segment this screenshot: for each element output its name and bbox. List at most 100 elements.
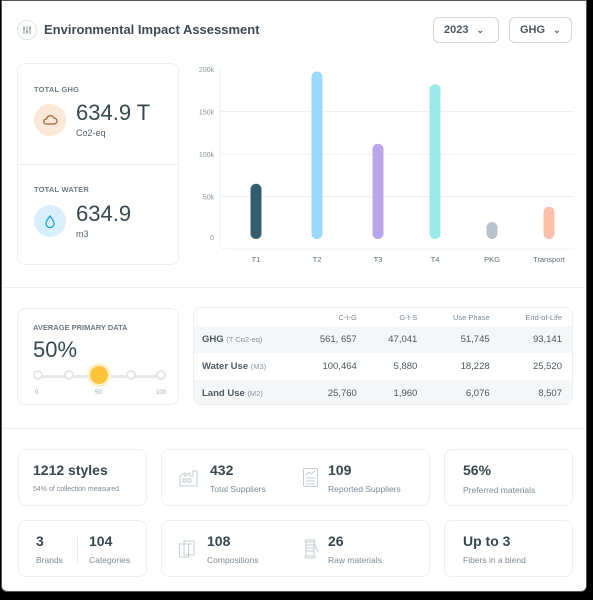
compositions-value: 108	[207, 533, 231, 549]
total-water-label: TOTAL WATER	[34, 185, 89, 194]
categories-value: 104	[89, 533, 113, 549]
styles-sub: 54% of collection measured	[33, 486, 119, 493]
total-water-unit: m3	[76, 229, 89, 239]
thread-spool-icon	[302, 538, 322, 560]
table-cell: 6,076	[427, 380, 500, 404]
column-header: Use Phase	[452, 312, 490, 322]
table-cell: 25,520	[532, 361, 562, 372]
header: Environmental Impact Assessment 2023 ⌄ G…	[17, 17, 572, 45]
total-ghg-label: TOTAL GHG	[34, 85, 80, 94]
section-divider	[3, 428, 585, 429]
y-tick-label: 100k	[199, 152, 215, 159]
app-window: Environmental Impact Assessment 2023 ⌄ G…	[1, 0, 587, 592]
avg-primary-value: 50%	[33, 337, 78, 362]
metric-dropdown-value: GHG	[520, 24, 546, 36]
column-header: G-t-S	[399, 312, 418, 322]
row-unit: (M3)	[250, 362, 267, 371]
total-water-value: 634.9	[76, 201, 132, 226]
water-drop-icon	[34, 205, 66, 237]
categories-label: Categories	[89, 555, 131, 565]
table-cell: 8,507	[499, 380, 572, 404]
total-ghg-unit: Co2-eq	[76, 128, 106, 138]
slider-step[interactable]	[126, 370, 136, 380]
bar-transport	[543, 206, 555, 239]
total-suppliers-label: Total Suppliers	[210, 484, 266, 494]
row-name: Land Use	[202, 388, 245, 399]
chevron-down-icon: ⌄	[476, 24, 485, 35]
table-cell: 1,960	[366, 380, 428, 404]
x-tick-label: T2	[313, 255, 322, 264]
chevron-down-icon: ⌄	[553, 24, 561, 35]
total-ghg-value: 634.9 T	[76, 100, 151, 125]
year-dropdown-value: 2023	[444, 24, 469, 36]
table-cell: 5,880	[393, 361, 418, 372]
x-tick-label: T1	[252, 255, 261, 264]
preferred-label: Preferred materials	[463, 485, 536, 495]
fibers-card: Up to 3 Fibers in a blend	[444, 520, 573, 577]
table-cell: 561, 657	[294, 326, 367, 353]
page-title: Environmental Impact Assessment	[44, 22, 260, 37]
brands-label: Brands	[36, 555, 63, 565]
bar-t1	[250, 183, 262, 239]
row-label: GHG (T Co2-eq)	[194, 326, 294, 353]
section-divider	[3, 287, 585, 288]
row-unit: (T Co2-eq)	[226, 335, 263, 344]
divider	[18, 164, 178, 165]
slider-tick-label: 50	[95, 390, 102, 396]
table-row: Land Use (M2) 25,760 1,960 6,076 8,507	[194, 380, 572, 404]
year-dropdown[interactable]: 2023 ⌄	[433, 17, 499, 43]
suppliers-card: 432 Total Suppliers 109 Reported Supplie…	[161, 449, 430, 506]
average-primary-data-card: AVERAGE PRIMARY DATA 50% 0 50 100	[17, 308, 179, 405]
slider-tick-label: 0	[35, 390, 39, 396]
y-tick-label: 150k	[199, 110, 215, 117]
row-unit: (M2)	[247, 389, 263, 398]
table-cell: 47,041	[366, 326, 428, 353]
row-label: Land Use (M2)	[194, 380, 294, 404]
bar-t3	[372, 143, 384, 239]
preferred-value: 56%	[463, 462, 492, 478]
raw-materials-label: Raw materials	[328, 555, 382, 565]
table-cell: 100,464	[322, 361, 357, 372]
report-icon	[302, 467, 322, 489]
y-tick-label: 200k	[199, 67, 215, 74]
table-cell: 93,141	[499, 326, 572, 353]
column-header: End-of-Life	[525, 312, 562, 322]
table-cell: 25,760	[294, 380, 367, 404]
row-label: Water Use (M3)	[194, 353, 294, 380]
x-tick-label: Transport	[533, 255, 566, 264]
row-name: Water Use	[202, 361, 249, 372]
materials-card: 108 Compositions 26 Raw materials	[161, 520, 430, 577]
styles-value: 1212 styles	[33, 462, 108, 478]
totals-card: TOTAL GHG 634.9 T Co2-eq TOTAL WATER 634…	[17, 63, 179, 265]
fibers-label: Fibers in a blend	[463, 555, 526, 565]
y-tick-label: 0	[210, 235, 214, 242]
sliders-icon[interactable]	[17, 20, 37, 40]
impact-bar-chart: 0 50k 100k 150k 200k T1 T2 T3 T4 PKG Transport	[199, 67, 574, 264]
table-cell: 18,228	[460, 361, 490, 372]
x-tick-label: PKG	[484, 255, 500, 264]
slider-step[interactable]	[156, 370, 166, 380]
table-header-row: C-t-G G-t-S Use Phase End-of-Life	[194, 308, 572, 326]
bar-t2	[311, 71, 323, 239]
x-tick-label: T3	[374, 255, 383, 264]
brands-value: 3	[36, 533, 44, 549]
layers-icon	[178, 539, 198, 561]
column-header: C-t-G	[338, 312, 357, 322]
factory-icon	[179, 468, 199, 490]
row-name: GHG	[202, 334, 224, 345]
bar-t4	[429, 84, 441, 239]
metric-dropdown[interactable]: GHG ⌄	[509, 17, 572, 43]
table-row: Water Use (M3) 100,464 5,880 18,228 25,5…	[194, 353, 572, 380]
cloud-icon	[34, 104, 66, 136]
slider-step[interactable]	[64, 370, 74, 380]
preferred-materials-card: 56% Preferred materials	[444, 449, 573, 506]
slider-step[interactable]	[33, 370, 43, 380]
table-cell: 51,745	[427, 326, 500, 353]
reported-suppliers-value: 109	[328, 462, 352, 478]
primary-data-slider-thumb[interactable]	[90, 366, 108, 384]
bar-pkg	[486, 222, 498, 239]
y-tick-label: 50k	[203, 195, 215, 202]
fibers-value: Up to 3	[463, 533, 511, 549]
lifecycle-table: C-t-G G-t-S Use Phase End-of-Life GHG (T…	[193, 307, 573, 405]
raw-materials-value: 26	[328, 533, 344, 549]
